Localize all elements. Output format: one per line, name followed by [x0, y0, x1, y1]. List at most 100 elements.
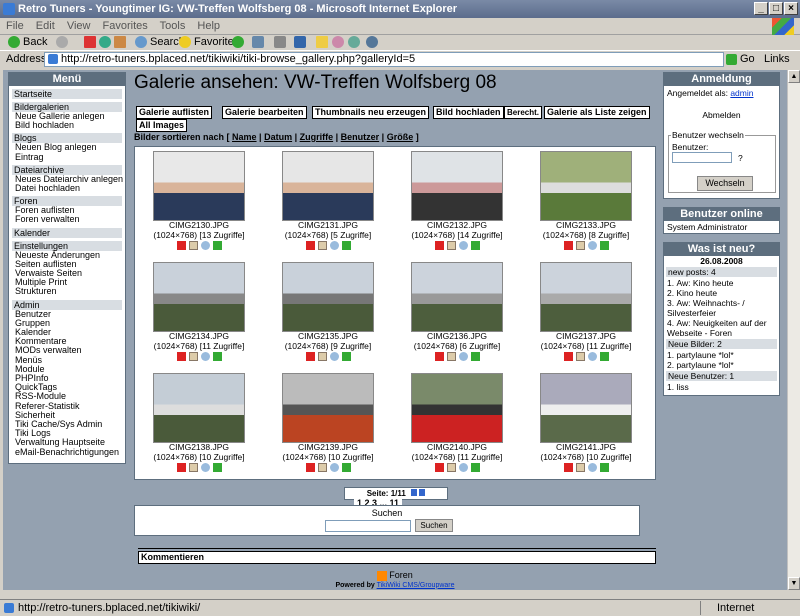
thumbnail-image[interactable] — [540, 262, 632, 332]
edit-icon[interactable] — [575, 463, 585, 472]
list-item[interactable]: 1. partylaune *lol* — [664, 350, 779, 360]
edit-icon[interactable] — [188, 241, 198, 250]
home-button[interactable] — [114, 35, 126, 49]
zoom-icon[interactable] — [200, 463, 210, 472]
comment-bar[interactable]: Kommentieren — [138, 551, 656, 564]
folder-button[interactable] — [316, 35, 328, 49]
delete-icon[interactable] — [434, 463, 444, 472]
back-button[interactable]: Back — [8, 35, 47, 49]
go-button[interactable]: Go — [726, 53, 755, 65]
image-icon[interactable] — [212, 241, 222, 250]
stop-button[interactable] — [84, 35, 96, 49]
delete-icon[interactable] — [434, 241, 444, 250]
list-item[interactable]: 2. partylaune *lol* — [664, 360, 779, 370]
zoom-icon[interactable] — [329, 241, 339, 250]
edit-icon[interactable] — [446, 352, 456, 361]
menu-section-5[interactable]: Kalender — [12, 227, 122, 238]
thumbnail-image[interactable] — [282, 262, 374, 332]
thumbnail-image[interactable] — [153, 373, 245, 443]
menu-view[interactable]: View — [67, 20, 91, 32]
search-input[interactable] — [325, 520, 411, 532]
media-button[interactable] — [232, 35, 244, 49]
menu-item[interactable]: Datei hochladen — [9, 183, 125, 193]
sort-by-date-link[interactable]: Datum — [264, 132, 292, 142]
thumbnail-image[interactable] — [282, 151, 374, 221]
zoom-icon[interactable] — [458, 241, 468, 250]
menu-item[interactable]: eMail-Benachrichtigungen — [9, 447, 125, 457]
edit-icon[interactable] — [317, 352, 327, 361]
image-icon[interactable] — [212, 352, 222, 361]
delete-icon[interactable] — [305, 241, 315, 250]
print-button[interactable] — [274, 35, 286, 49]
thumbnail-image[interactable] — [153, 151, 245, 221]
minimize-button[interactable]: _ — [754, 2, 768, 15]
regenerate-thumbnails-button[interactable]: Thumbnails neu erzeugen — [312, 106, 430, 119]
zoom-icon[interactable] — [458, 352, 468, 361]
links-button[interactable]: Links — [764, 53, 790, 65]
menu-section-0[interactable]: Startseite — [12, 89, 122, 99]
footer-forum-link[interactable]: Foren — [389, 570, 413, 580]
last-page-icon[interactable] — [419, 489, 426, 496]
permissions-button[interactable]: Berecht. — [504, 106, 543, 119]
all-images-button[interactable]: All Images — [136, 119, 188, 132]
list-item[interactable]: 3. Aw: Weihnachts- / Silvesterfeier — [664, 298, 779, 318]
address-input[interactable]: http://retro-tuners.bplaced.net/tikiwiki… — [44, 52, 724, 67]
image-icon[interactable] — [599, 241, 609, 250]
zoom-icon[interactable] — [200, 241, 210, 250]
menu-favorites[interactable]: Favorites — [103, 20, 148, 32]
edit-icon[interactable] — [446, 241, 456, 250]
edit-icon[interactable] — [575, 352, 585, 361]
menu-tools[interactable]: Tools — [160, 20, 186, 32]
menu-item[interactable]: Eintrag — [9, 152, 125, 162]
research-button[interactable] — [348, 35, 360, 49]
zoom-icon[interactable] — [587, 352, 597, 361]
image-icon[interactable] — [341, 241, 351, 250]
menu-item[interactable]: Strukturen — [9, 287, 125, 296]
menu-file[interactable]: File — [6, 20, 24, 32]
image-icon[interactable] — [470, 352, 480, 361]
delete-icon[interactable] — [563, 352, 573, 361]
menu-item[interactable]: Bild hochladen — [9, 120, 125, 130]
edit-icon[interactable] — [575, 241, 585, 250]
thumbnail-image[interactable] — [411, 262, 503, 332]
delete-icon[interactable] — [176, 241, 186, 250]
image-icon[interactable] — [212, 463, 222, 472]
menu-item[interactable]: Foren verwalten — [9, 215, 125, 224]
delete-icon[interactable] — [176, 352, 186, 361]
image-icon[interactable] — [470, 463, 480, 472]
sort-by-user-link[interactable]: Benutzer — [341, 132, 380, 142]
edit-icon[interactable] — [188, 352, 198, 361]
favorites-button[interactable]: Favorites — [179, 35, 239, 49]
close-button[interactable]: × — [784, 2, 798, 15]
tikiwiki-link[interactable]: TikiWiki CMS/Groupware — [377, 582, 455, 589]
zoom-icon[interactable] — [458, 463, 468, 472]
image-icon[interactable] — [341, 352, 351, 361]
tools-button[interactable] — [366, 35, 378, 49]
online-user[interactable]: System Administrator — [664, 222, 779, 232]
rss-icon[interactable] — [377, 570, 388, 581]
thumbnail-image[interactable] — [411, 151, 503, 221]
thumbnail-image[interactable] — [540, 151, 632, 221]
zoom-icon[interactable] — [200, 352, 210, 361]
image-icon[interactable] — [599, 352, 609, 361]
zoom-icon[interactable] — [329, 352, 339, 361]
mail-button[interactable] — [252, 35, 264, 49]
edit-gallery-button[interactable]: Galerie bearbeiten — [222, 106, 307, 119]
maximize-button[interactable]: □ — [769, 2, 783, 15]
delete-icon[interactable] — [563, 241, 573, 250]
edit-icon[interactable] — [317, 241, 327, 250]
thumbnail-image[interactable] — [540, 373, 632, 443]
list-item[interactable]: 1. liss — [664, 382, 779, 392]
next-page-icon[interactable] — [411, 489, 418, 496]
thumbnail-image[interactable] — [411, 373, 503, 443]
delete-icon[interactable] — [305, 352, 315, 361]
edit-icon[interactable] — [317, 463, 327, 472]
list-item[interactable]: 4. Aw: Neuigkeiten auf der Webseite - Fo… — [664, 318, 779, 338]
refresh-button[interactable] — [99, 35, 111, 49]
logout-link[interactable]: Abmelden — [664, 110, 779, 120]
scroll-up-icon[interactable]: ▲ — [788, 70, 800, 83]
list-galleries-button[interactable]: Galerie auflisten — [136, 106, 213, 119]
sort-by-hits-link[interactable]: Zugriffe — [300, 132, 334, 142]
sort-by-size-link[interactable]: Größe — [387, 132, 414, 142]
image-icon[interactable] — [599, 463, 609, 472]
